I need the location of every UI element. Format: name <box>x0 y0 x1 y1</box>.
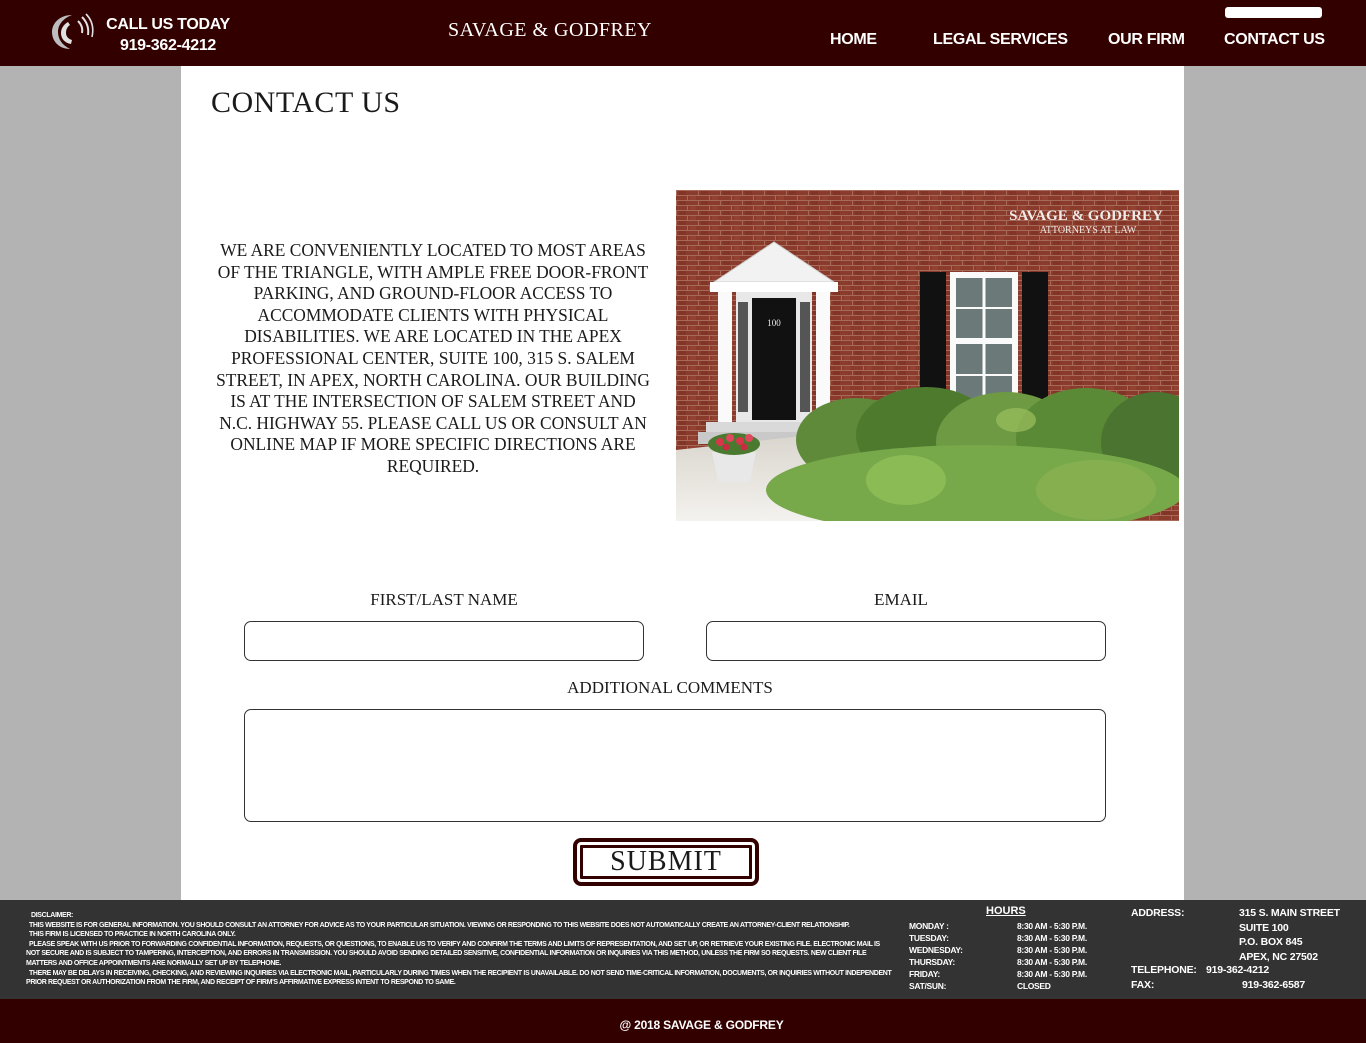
disclaimer-paragraph: THERE MAY BE DELAYS IN RECEIVING, CHECKI… <box>26 969 892 987</box>
hours-row: FRIDAY: 8:30 AM - 5:30 P.M. <box>909 968 1109 980</box>
hours-time: 8:30 AM - 5:30 P.M. <box>1017 969 1087 979</box>
disclaimer-paragraph: THIS WEBSITE IS FOR GENERAL INFORMATION.… <box>29 921 850 929</box>
nav-contact-us[interactable]: CONTACT US <box>1224 31 1325 49</box>
hours-day: WEDNESDAY: <box>909 945 963 955</box>
site-footer: @ 2018 SAVAGE & GODFREY <box>0 999 1366 1043</box>
telephone-number[interactable]: 919-362-4212 <box>1206 963 1269 978</box>
disclaimer-paragraph: THIS FIRM IS LICENSED TO PRACTICE IN NOR… <box>29 931 236 939</box>
email-field-label: EMAIL <box>874 590 928 609</box>
hours-day: FRIDAY: <box>909 969 940 979</box>
hours-time: 8:30 AM - 5:30 P.M. <box>1017 957 1087 967</box>
brand-name[interactable]: SAVAGE & GODFREY <box>440 19 660 42</box>
address-label: ADDRESS: <box>1131 907 1185 919</box>
address-line: SUITE 100 <box>1239 921 1289 934</box>
address-block: 315 S. MAIN STREET SUITE 100 P.O. BOX 84… <box>1239 906 1340 964</box>
name-field-label: FIRST/LAST NAME <box>370 590 518 609</box>
hours-row: THURSDAY: 8:30 AM - 5:30 P.M. <box>909 956 1109 968</box>
hours-title: HOURS <box>986 905 1026 917</box>
disclaimer-paragraph: PLEASE SPEAK WITH US PRIOR TO FORWARDING… <box>26 940 880 967</box>
location-description: WE ARE CONVENIENTLY LOCATED TO MOST AREA… <box>216 240 650 476</box>
copyright: @ 2018 SAVAGE & GODFREY <box>619 1018 784 1032</box>
nav-home[interactable]: HOME <box>830 31 877 49</box>
hours-table: MONDAY : 8:30 AM - 5:30 P.M. TUESDAY: 8:30… <box>909 920 1109 992</box>
comments-field-label: ADDITIONAL COMMENTS <box>567 678 773 697</box>
call-us-label: CALL US TODAY <box>106 16 230 33</box>
header-phone-number[interactable]: 919-362-4212 <box>98 35 238 56</box>
fax-label: FAX: <box>1131 979 1155 991</box>
active-nav-indicator <box>1225 7 1322 18</box>
building-sign-name: SAVAGE & GODFREY <box>1009 208 1163 224</box>
hours-row: MONDAY : 8:30 AM - 5:30 P.M. <box>909 920 1109 932</box>
door-number: 100 <box>767 318 781 328</box>
phone-logo-icon[interactable] <box>48 12 94 52</box>
hours-day: SAT/SUN: <box>909 981 947 991</box>
hours-row: TUESDAY: 8:30 AM - 5:30 P.M. <box>909 932 1109 944</box>
disclaimer-title: DISCLAIMER: <box>31 912 74 919</box>
comments-textarea[interactable] <box>244 709 1106 822</box>
nav-our-firm[interactable]: OUR FIRM <box>1108 31 1185 49</box>
hours-row: SAT/SUN: CLOSED <box>909 980 1109 992</box>
main-content: CONTACT US WE ARE CONVENIENTLY LOCATED T… <box>181 66 1184 900</box>
address-line: APEX, NC 27502 <box>1239 950 1318 963</box>
hours-row: WEDNESDAY: 8:30 AM - 5:30 P.M. <box>909 944 1109 956</box>
page-title: CONTACT US <box>211 86 401 119</box>
hours-time: CLOSED <box>1017 981 1051 991</box>
hours-day: TUESDAY: <box>909 933 949 943</box>
building-sign-subtitle: ATTORNEYS AT LAW <box>1040 225 1137 236</box>
office-building-photo: 100 SAVAGE & GODFREY ATTORNEYS AT LAW <box>676 190 1179 521</box>
site-header: CALL US TODAY 919-362-4212 SAVAGE & GODF… <box>0 0 1366 66</box>
fax-number: 919-362-6587 <box>1242 979 1305 991</box>
name-input[interactable] <box>244 621 644 661</box>
telephone-label: TELEPHONE: <box>1131 964 1197 976</box>
hours-day: MONDAY : <box>909 921 949 931</box>
hours-day: THURSDAY: <box>909 957 955 967</box>
info-bar: DISCLAIMER: THIS WEBSITE IS FOR GENERAL … <box>0 900 1366 999</box>
hours-time: 8:30 AM - 5:30 P.M. <box>1017 933 1087 943</box>
address-line: 315 S. MAIN STREET <box>1239 907 1340 919</box>
nav-legal-services[interactable]: LEGAL SERVICES <box>933 31 1068 49</box>
disclaimer: DISCLAIMER: THIS WEBSITE IS FOR GENERAL … <box>26 911 894 988</box>
hours-time: 8:30 AM - 5:30 P.M. <box>1017 945 1087 955</box>
submit-button[interactable]: SUBMIT <box>573 838 759 886</box>
address-line: P.O. BOX 845 <box>1239 936 1303 948</box>
call-us-block: CALL US TODAY 919-362-4212 <box>98 14 238 56</box>
email-input[interactable] <box>706 621 1106 661</box>
hours-time: 8:30 AM - 5:30 P.M. <box>1017 921 1087 931</box>
